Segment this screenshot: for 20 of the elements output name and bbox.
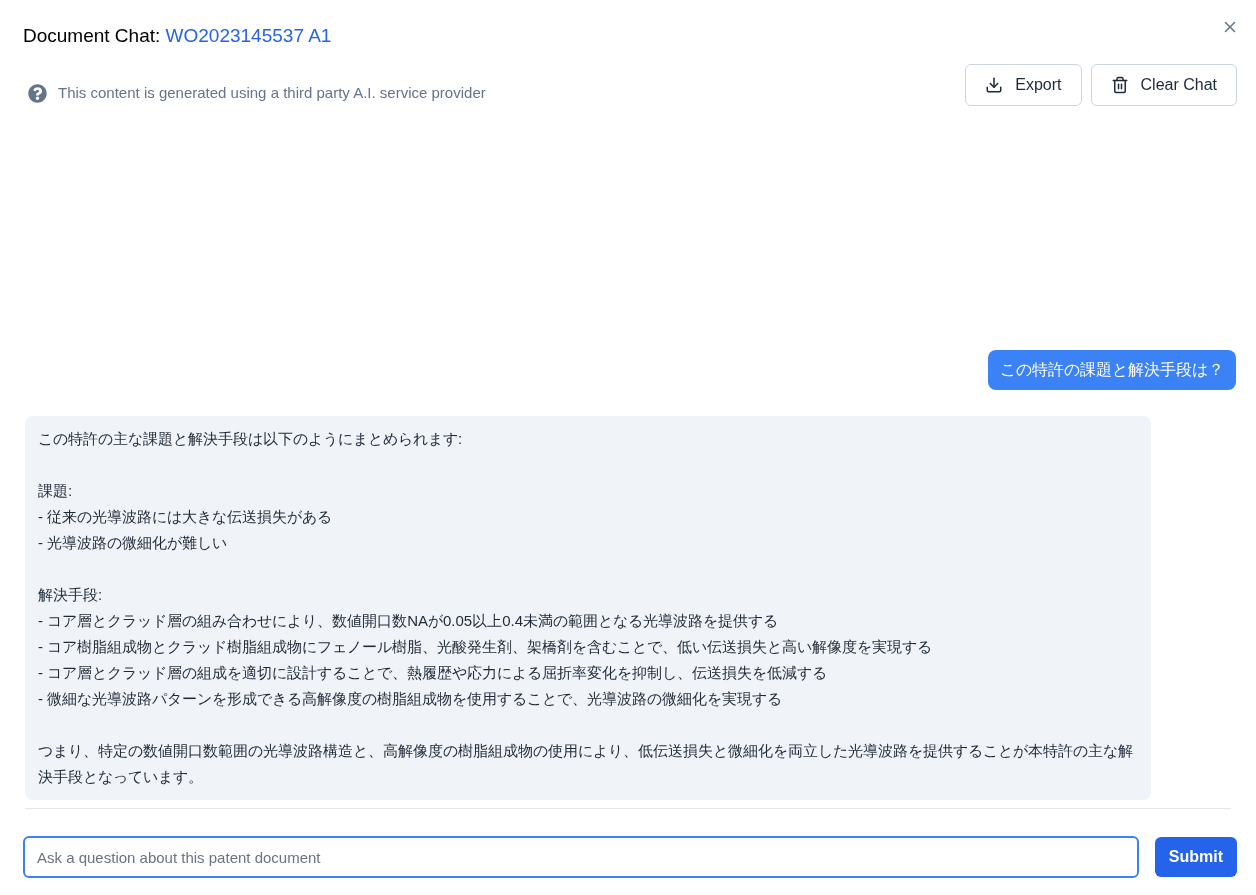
message-text: - 微細な光導波路パターンを形成できる高解像度の樹脂組成物を使用することで、光導波路の微細化を実現する [38, 689, 784, 709]
dialog-title: Document Chat: WO2023145537 A1 [23, 24, 332, 48]
disclaimer-text: This content is generated using a third party A.I. service provider [58, 82, 486, 103]
message-text: - 光導波路の微細化が難しい [38, 533, 229, 553]
question-input-field[interactable]: Ask a question about this patent document [23, 836, 1139, 878]
export-button[interactable]: Export [965, 63, 1082, 106]
message-text: - コア樹脂組成物とクラッド樹脂組成物にフェノール樹脂、光酸発生剤、架橋剤を含むことで、低い伝送損失と高い解像度を実現する [38, 637, 934, 657]
download-icon [985, 75, 1004, 94]
message-text: - コア層とクラッド層の組成を適切に設計することで、熱履歴や応力による屈折率変化を抑制し、伝送損失を低減する [38, 663, 829, 683]
message-text: この特許の主な課題と解決手段は以下のようにまとめられます: [38, 429, 464, 449]
help-icon [28, 83, 47, 103]
message-text: - 従来の光導波路には大きな伝送損失がある [38, 507, 334, 527]
message-text: 課題: [38, 481, 74, 501]
clear-chat-button[interactable]: Clear Chat [1090, 63, 1237, 106]
user-message-bubble: この特許の課題と解決手段は？ [988, 350, 1236, 390]
message-text: 解決手段: [38, 585, 104, 605]
trash-icon [1110, 75, 1129, 94]
message-text: つまり、特定の数値開口数範囲の光導波路構造と、高解像度の樹脂組成物の使用により、低伝送損失と微細化を両立した光導波路を提供することが本特許の主な解決手段となっています。 [38, 741, 1134, 787]
submit-button[interactable]: Submit [1154, 837, 1237, 877]
message-text: - コア層とクラッド層の組み合わせにより、数値開口数NAが0.05以上0.4未満の範囲となる光導波路を提供する [38, 611, 780, 631]
